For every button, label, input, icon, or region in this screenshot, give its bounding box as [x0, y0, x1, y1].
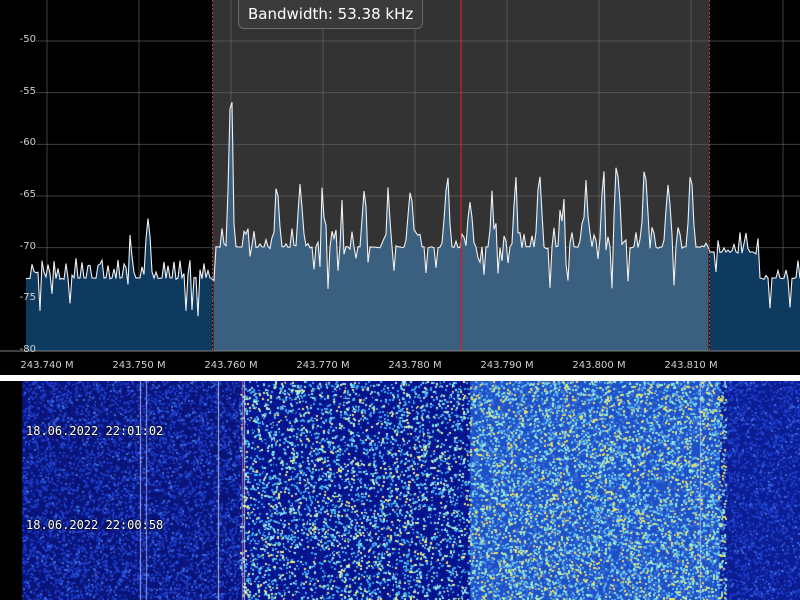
- x-tick-label: 243.760 M: [204, 360, 258, 371]
- x-tick-label: 243.780 M: [388, 360, 442, 371]
- y-tick-label: -55: [19, 85, 36, 97]
- spectrum-panel[interactable]: Bandwidth: 53.38 kHz -50 -55 -60 -65 -70 -75 -…: [0, 0, 800, 375]
- x-tick-label: 243.790 M: [480, 360, 534, 371]
- y-tick-label: -80: [19, 344, 36, 355]
- waterfall-timestamp: 18.06.2022 22:00:58: [26, 518, 164, 532]
- spectrum-plot[interactable]: [0, 0, 800, 375]
- y-tick-label: -75: [19, 292, 36, 304]
- x-tick-label: 243.740 M: [20, 360, 74, 371]
- x-tick-label: 243.770 M: [296, 360, 350, 371]
- waterfall-timestamp: 18.06.2022 22:01:02: [26, 424, 164, 438]
- spectrum-fill: [710, 232, 800, 351]
- x-tick-label: 243.750 M: [112, 360, 166, 371]
- waterfall-image: [0, 381, 800, 600]
- x-tick-label: 243.810 M: [664, 360, 718, 371]
- y-tick-label: -70: [19, 240, 36, 252]
- y-tick-label: -50: [19, 34, 36, 45]
- y-tick-label: -65: [19, 189, 36, 200]
- bandwidth-label: Bandwidth: 53.38 kHz: [238, 0, 424, 29]
- x-tick-label: 243.800 M: [572, 360, 626, 371]
- waterfall-panel[interactable]: 18.06.2022 22:01:02 18.06.2022 22:00:58: [0, 381, 800, 600]
- y-tick-label: -60: [19, 137, 36, 149]
